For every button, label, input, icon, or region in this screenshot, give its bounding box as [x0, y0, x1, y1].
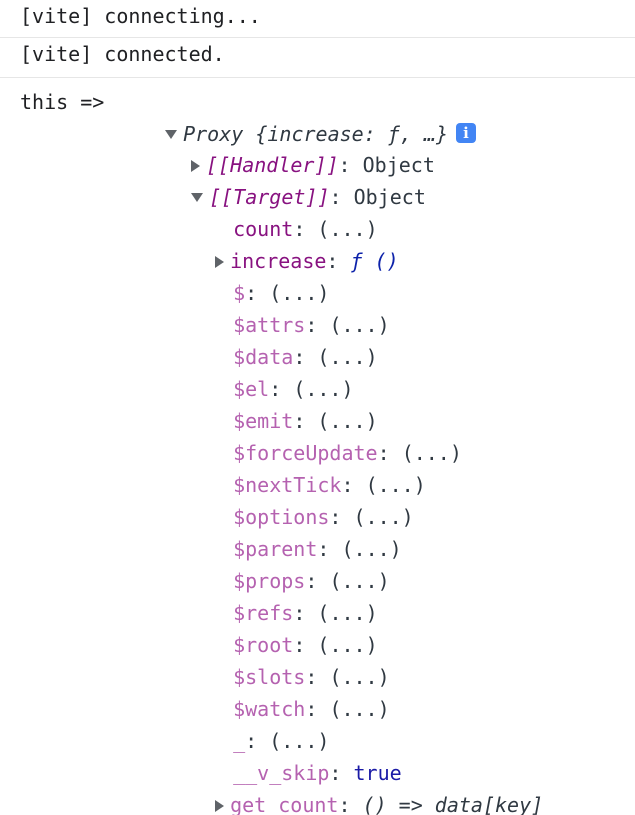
- property-row-el[interactable]: $el: (...): [209, 341, 353, 401]
- console-message-connected: [vite] connected.: [0, 38, 635, 78]
- property-row-v-skip[interactable]: __v_skip: true: [209, 725, 402, 785]
- console-message-text: [vite] connected.: [20, 42, 225, 66]
- property-value: ƒ (): [350, 249, 399, 273]
- property-row-attrs[interactable]: $attrs: (...): [209, 277, 390, 337]
- proxy-object-row[interactable]: Proxy {increase: ƒ, …} i: [141, 86, 476, 146]
- log-label: this =>: [20, 90, 105, 114]
- expand-toggle-icon[interactable]: [191, 193, 204, 202]
- property-row-watch[interactable]: $watch: (...): [209, 661, 390, 721]
- target-row[interactable]: [[Target]]: Object: [167, 149, 426, 209]
- property-row-props[interactable]: $props: (...): [209, 533, 390, 593]
- property-row-refs[interactable]: $refs: (...): [209, 565, 378, 625]
- property-row-increase[interactable]: increase: ƒ (): [191, 213, 399, 273]
- property-row-get-count[interactable]: get count: () => data[key]: [191, 757, 543, 815]
- property-value[interactable]: (...): [329, 697, 389, 721]
- property-row-nexttick[interactable]: $nextTick: (...): [209, 437, 426, 497]
- property-row-emit[interactable]: $emit: (...): [209, 373, 378, 433]
- property-row-root[interactable]: $root: (...): [209, 597, 378, 657]
- property-row-set-count[interactable]: set count: () => { }: [191, 789, 471, 815]
- console-message-text: [vite] connecting...: [20, 4, 261, 28]
- property-row-slots[interactable]: $slots: (...): [209, 629, 390, 689]
- property-row-options[interactable]: $options: (...): [209, 469, 414, 529]
- property-row-forceupdate[interactable]: $forceUpdate: (...): [209, 405, 462, 465]
- property-row-data[interactable]: $data: (...): [209, 309, 378, 369]
- info-icon[interactable]: i: [456, 122, 476, 143]
- property-row-count[interactable]: count: (...): [209, 181, 378, 241]
- property-row-parent[interactable]: $parent: (...): [209, 501, 402, 561]
- console-message-connecting: [vite] connecting...: [0, 0, 635, 38]
- property-row-underscore[interactable]: _: (...): [209, 693, 329, 753]
- property-row-dollar[interactable]: $: (...): [209, 245, 329, 305]
- handler-row[interactable]: [[Handler]]: Object: [167, 117, 435, 177]
